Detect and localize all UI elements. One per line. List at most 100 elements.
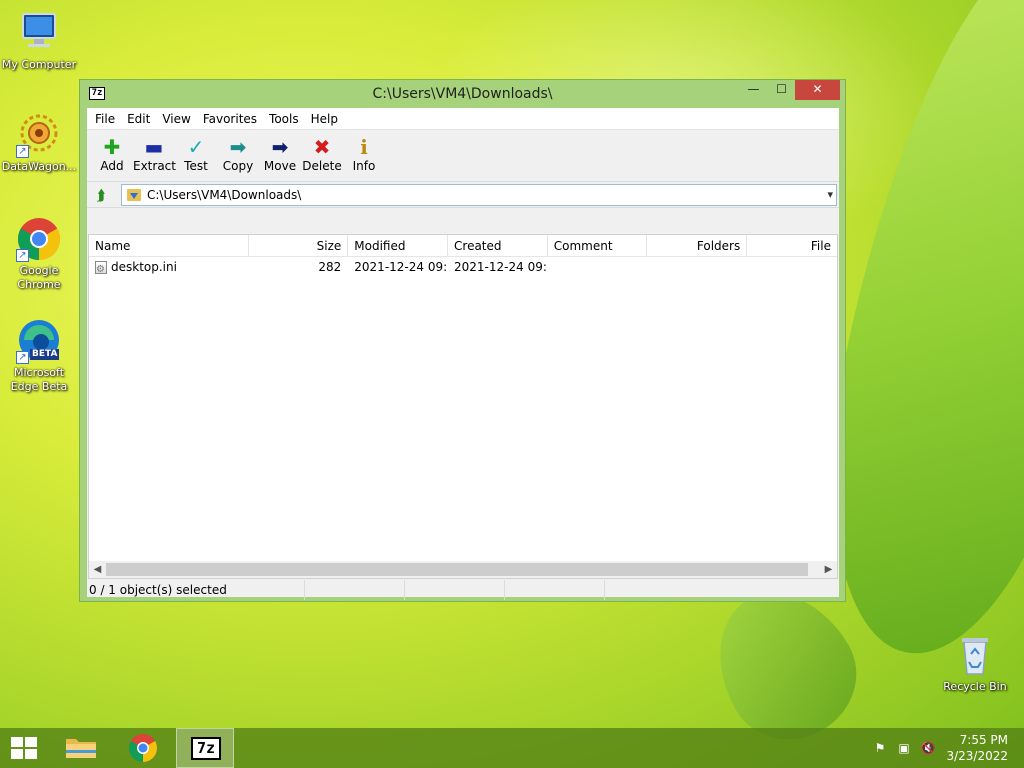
window-client-area: File Edit View Favorites Tools Help ✚ Ad…	[87, 108, 839, 600]
scrollbar-thumb[interactable]	[106, 563, 808, 576]
test-button[interactable]: ✓ Test	[175, 130, 217, 181]
column-comment[interactable]: Comment	[548, 235, 648, 257]
cell-files	[747, 257, 837, 277]
taskbar: 7z ⚑ ▣ 🔇 7:55 PM 3/23/2022	[0, 728, 1024, 768]
menu-view[interactable]: View	[156, 108, 196, 129]
monitor-icon	[16, 10, 62, 56]
desktop-icon-google-chrome[interactable]: ↗ Google Chrome	[1, 216, 77, 292]
info-label: Info	[352, 159, 376, 173]
7zip-icon: 7z	[191, 737, 221, 760]
folder-icon	[66, 739, 96, 758]
menu-edit[interactable]: Edit	[121, 108, 156, 129]
extract-button[interactable]: ▬ Extract	[133, 130, 176, 181]
taskbar-file-explorer[interactable]	[52, 728, 110, 768]
title-bar[interactable]: 7z C:\Users\VM4\Downloads\ — ☐ ✕	[80, 80, 845, 108]
menu-file[interactable]: File	[89, 108, 121, 129]
delete-label: Delete	[302, 159, 342, 173]
cell-created: 2021-12-24 09:09	[454, 260, 547, 274]
move-button[interactable]: ➡ Move	[259, 130, 301, 181]
cell-modified: 2021-12-24 09:09	[354, 260, 448, 274]
copy-label: Copy	[222, 159, 254, 173]
status-cell-4	[505, 580, 605, 600]
menu-favorites[interactable]: Favorites	[197, 108, 263, 129]
info-icon: i	[360, 135, 368, 159]
desktop-icon-datawagon[interactable]: ↗ DataWagon...	[1, 112, 77, 174]
status-bar: 0 / 1 object(s) selected	[87, 580, 839, 600]
address-bar: ⮭ C:\Users\VM4\Downloads\ ▾	[87, 182, 839, 208]
copy-button[interactable]: ➡ Copy	[217, 130, 259, 181]
desktop-icon-edge-beta[interactable]: BETA ↗ Microsoft Edge Beta	[1, 318, 77, 394]
taskbar-google-chrome[interactable]	[114, 728, 172, 768]
cell-comment	[548, 257, 648, 277]
network-icon[interactable]: ▣	[896, 740, 912, 756]
system-tray: ⚑ ▣ 🔇 7:55 PM 3/23/2022	[864, 728, 1024, 768]
plus-icon: ✚	[103, 135, 121, 159]
cell-size: 282	[318, 260, 342, 274]
volume-muted-icon[interactable]: 🔇	[920, 740, 936, 756]
chevron-down-icon[interactable]: ▾	[827, 188, 833, 201]
column-size[interactable]: Size	[249, 235, 349, 257]
desktop-icon-label: Microsoft Edge Beta	[10, 366, 68, 393]
maximize-button[interactable]: ☐	[768, 80, 795, 100]
menu-help[interactable]: Help	[305, 108, 344, 129]
column-name[interactable]: Name	[89, 235, 249, 257]
column-created[interactable]: Created	[448, 235, 548, 257]
scroll-right-icon[interactable]: ▶	[820, 564, 837, 575]
up-arrow-icon: ⮭	[96, 185, 106, 204]
checkmark-icon: ✓	[187, 135, 205, 159]
toolbar: ✚ Add ▬ Extract ✓ Test ➡ Copy ➡ Move ✖ D…	[87, 130, 839, 182]
start-button[interactable]	[0, 728, 48, 768]
address-text[interactable]: C:\Users\VM4\Downloads\	[147, 188, 301, 202]
file-manager-window[interactable]: 7z C:\Users\VM4\Downloads\ — ☐ ✕ File Ed…	[79, 79, 846, 602]
shortcut-arrow-icon: ↗	[16, 351, 29, 364]
cell-folders	[647, 257, 747, 277]
column-header: Name Size Modified Created Comment Folde…	[89, 235, 837, 257]
up-folder-button[interactable]: ⮭	[89, 184, 113, 206]
menu-bar: File Edit View Favorites Tools Help	[87, 108, 839, 130]
folder-icon	[127, 188, 141, 201]
desktop-icon-label: Recycle Bin	[943, 680, 1007, 693]
status-selection: 0 / 1 object(s) selected	[87, 580, 305, 600]
column-folders[interactable]: Folders	[647, 235, 748, 257]
extract-label: Extract	[133, 159, 176, 173]
settings-file-icon	[95, 260, 107, 277]
clock[interactable]: 7:55 PM 3/23/2022	[946, 732, 1008, 764]
scroll-left-icon[interactable]: ◀	[89, 564, 106, 575]
desktop-icon-label: DataWagon...	[1, 160, 77, 173]
delete-button[interactable]: ✖ Delete	[301, 130, 343, 181]
desktop-icon-my-computer[interactable]: My Computer	[1, 10, 77, 72]
info-button[interactable]: i Info	[343, 130, 385, 181]
column-files[interactable]: File	[747, 235, 837, 257]
desktop-icon-recycle-bin[interactable]: Recycle Bin	[937, 632, 1013, 694]
horizontal-scrollbar[interactable]: ◀ ▶	[89, 561, 837, 578]
recycle-bin-icon	[952, 632, 998, 678]
action-center-flag-icon[interactable]: ⚑	[872, 740, 888, 756]
status-cell-3	[405, 580, 505, 600]
menu-tools[interactable]: Tools	[263, 108, 305, 129]
desktop-icon-label: My Computer	[1, 58, 77, 71]
shortcut-arrow-icon: ↗	[16, 145, 29, 158]
file-list[interactable]: Name Size Modified Created Comment Folde…	[88, 234, 838, 579]
add-label: Add	[100, 159, 124, 173]
taskbar-7zip[interactable]: 7z	[176, 728, 234, 768]
cell-name: desktop.ini	[89, 257, 249, 277]
desktop-icon-label: Google Chrome	[17, 264, 61, 291]
chrome-icon	[129, 734, 157, 762]
clock-date: 3/23/2022	[946, 749, 1008, 763]
minimize-button[interactable]: —	[740, 80, 767, 100]
chrome-icon: ↗	[16, 216, 62, 262]
arrow-right-double-icon: ➡	[229, 135, 247, 159]
shortcut-arrow-icon: ↗	[16, 249, 29, 262]
arrow-right-icon: ➡	[271, 135, 289, 159]
file-name: desktop.ini	[111, 260, 177, 274]
edge-beta-icon: BETA ↗	[16, 318, 62, 364]
table-row[interactable]: desktop.ini 282 2021-12-24 09:09 2021-12…	[89, 257, 837, 277]
status-cell-2	[305, 580, 405, 600]
datawagon-icon: ↗	[16, 112, 62, 158]
clock-time: 7:55 PM	[959, 733, 1008, 747]
address-combobox[interactable]: C:\Users\VM4\Downloads\ ▾	[121, 183, 837, 206]
close-button[interactable]: ✕	[795, 80, 840, 100]
column-modified[interactable]: Modified	[348, 235, 449, 257]
add-button[interactable]: ✚ Add	[91, 130, 133, 181]
move-label: Move	[263, 159, 297, 173]
